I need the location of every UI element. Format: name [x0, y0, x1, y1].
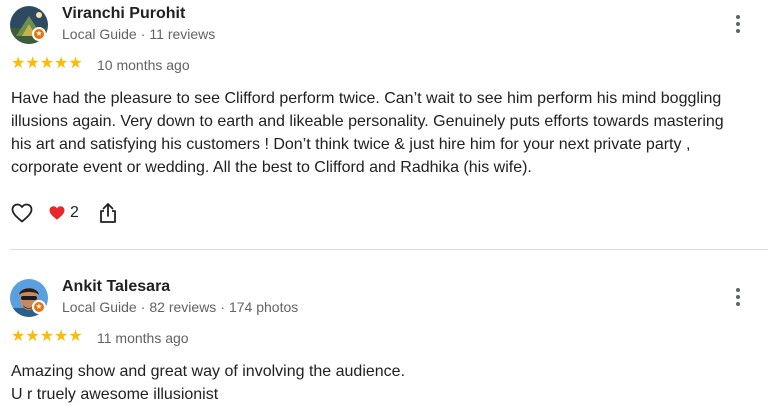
review-text: Have had the pleasure to see Clifford pe…	[11, 90, 724, 176]
review-text: Amazing show and great way of involving …	[11, 363, 406, 403]
local-guide-label: Local Guide	[62, 299, 137, 315]
heart-count: 2	[70, 204, 79, 221]
review-divider	[10, 249, 768, 250]
meta-separator: ·	[140, 26, 146, 42]
reviewer-name[interactable]: Ankit Talesara	[62, 278, 170, 296]
rating-stars: ★★★★★	[11, 328, 83, 345]
reviews-count: 11 reviews	[149, 26, 216, 42]
like-button[interactable]	[10, 201, 34, 225]
more-vert-icon	[736, 15, 740, 19]
reviewer-meta[interactable]: Local Guide · 82 reviews · 174 photos	[62, 299, 298, 315]
reviews-count: 82 reviews	[149, 299, 217, 315]
review-actions: 2	[10, 200, 119, 226]
heart-outline-icon	[11, 203, 33, 223]
share-icon	[100, 203, 116, 223]
review-date: 10 months ago	[97, 57, 190, 73]
rating-stars: ★★★★★	[11, 55, 83, 72]
red-heart-icon	[49, 206, 65, 220]
meta-separator: ·	[220, 299, 225, 315]
photos-count: 174 photos	[228, 299, 299, 315]
local-guide-badge-icon: ★	[32, 300, 46, 314]
reaction-count[interactable]: 2	[48, 204, 79, 222]
review-date: 11 months ago	[97, 330, 189, 346]
reviewer-name[interactable]: Viranchi Purohit	[62, 5, 185, 23]
share-button[interactable]	[97, 201, 119, 225]
reviewer-meta[interactable]: Local Guide · 11 reviews	[62, 26, 215, 42]
meta-separator: ·	[140, 299, 146, 315]
more-options-button[interactable]	[726, 10, 750, 38]
more-options-button[interactable]	[726, 283, 750, 311]
local-guide-badge-icon: ★	[32, 27, 46, 41]
local-guide-label: Local Guide	[62, 26, 137, 42]
more-vert-icon	[736, 288, 740, 292]
